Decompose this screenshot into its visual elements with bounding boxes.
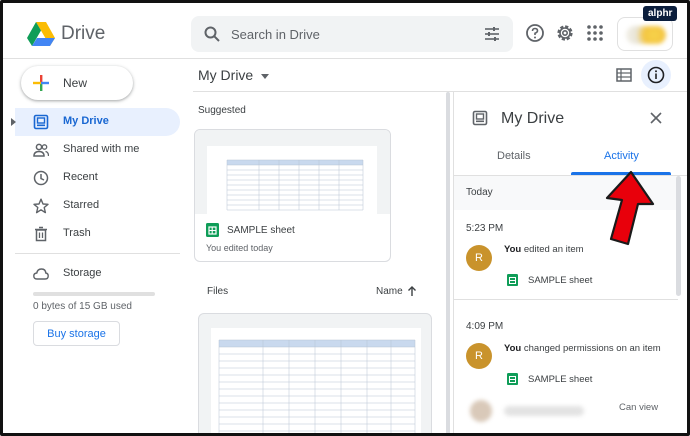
apps-grid-icon[interactable] bbox=[585, 23, 605, 43]
dropdown-caret-icon bbox=[261, 73, 270, 79]
activity-divider bbox=[454, 299, 678, 300]
sheets-file-icon bbox=[206, 223, 219, 237]
info-icon bbox=[647, 66, 665, 84]
sidebar-item-label: Starred bbox=[63, 199, 100, 211]
trash-icon bbox=[35, 226, 47, 242]
sheets-file-icon bbox=[507, 274, 518, 286]
day-label: Today bbox=[466, 187, 493, 198]
spreadsheet-preview bbox=[211, 328, 421, 433]
sidebar-item-storage[interactable]: Storage bbox=[15, 260, 180, 288]
activity-time: 4:09 PM bbox=[466, 321, 504, 332]
sheets-file-icon bbox=[507, 373, 518, 385]
clock-icon bbox=[33, 170, 49, 186]
activity-actor: You bbox=[504, 343, 522, 354]
sidebar-divider bbox=[15, 253, 180, 254]
sidebar-item-my-drive[interactable]: My Drive bbox=[11, 108, 180, 136]
settings-icon[interactable] bbox=[555, 23, 575, 43]
sort-by-name-button[interactable]: Name bbox=[376, 286, 403, 297]
activity-time: 5:23 PM bbox=[466, 223, 504, 234]
suggested-file-card[interactable]: SAMPLE sheet You edited today bbox=[194, 129, 391, 262]
arrow-up-icon[interactable] bbox=[406, 285, 418, 297]
file-name: SAMPLE sheet bbox=[227, 225, 295, 236]
avatar: R bbox=[466, 245, 492, 271]
tab-activity[interactable]: Activity bbox=[604, 150, 639, 162]
shared-user-name bbox=[504, 406, 584, 416]
app-name: Drive bbox=[61, 23, 106, 44]
tune-icon[interactable] bbox=[484, 26, 500, 42]
storage-progress-bar bbox=[33, 292, 155, 296]
activity-file-link[interactable]: SAMPLE sheet bbox=[528, 374, 592, 385]
list-view-icon[interactable] bbox=[615, 66, 633, 84]
cloud-icon bbox=[33, 268, 49, 280]
sidebar-item-label: Storage bbox=[63, 267, 102, 279]
storage-used-text: 0 bytes of 15 GB used bbox=[33, 301, 132, 312]
panel-title: My Drive bbox=[501, 110, 565, 127]
activity-description: You edited an item bbox=[504, 244, 584, 255]
suggested-heading: Suggested bbox=[198, 105, 246, 116]
activity-action: changed permissions on an item bbox=[523, 343, 661, 354]
drive-logo-icon[interactable] bbox=[27, 22, 55, 46]
main-title[interactable]: My Drive bbox=[198, 67, 270, 83]
activity-description: You changed permissions on an item bbox=[504, 343, 661, 354]
access-level: Can view bbox=[619, 402, 659, 413]
sidebar-item-label: Recent bbox=[63, 171, 98, 183]
sidebar-item-trash[interactable]: Trash bbox=[15, 220, 180, 248]
search-bar[interactable] bbox=[191, 16, 513, 52]
main-title-text: My Drive bbox=[198, 67, 254, 83]
files-heading: Files bbox=[207, 286, 229, 297]
account-avatar bbox=[626, 26, 666, 44]
new-label: New bbox=[63, 76, 88, 90]
account-button[interactable] bbox=[617, 17, 673, 51]
activity-file-link[interactable]: SAMPLE sheet bbox=[528, 275, 592, 286]
activity-action: edited an item bbox=[523, 244, 584, 255]
file-card[interactable] bbox=[198, 313, 432, 433]
shared-people-icon bbox=[33, 143, 49, 157]
help-icon[interactable] bbox=[525, 23, 545, 43]
sidebar-item-label: My Drive bbox=[63, 115, 109, 127]
main-scrollbar[interactable] bbox=[446, 92, 450, 433]
close-icon[interactable] bbox=[649, 111, 663, 125]
search-input[interactable] bbox=[231, 24, 471, 44]
alphr-watermark: alphr bbox=[643, 6, 678, 21]
annotation-arrow-icon bbox=[605, 170, 655, 246]
search-icon[interactable] bbox=[203, 25, 221, 43]
activity-actor: You bbox=[504, 244, 522, 255]
view-details-button[interactable] bbox=[641, 60, 671, 90]
tab-details[interactable]: Details bbox=[497, 150, 531, 162]
sidebar-item-recent[interactable]: Recent bbox=[15, 164, 180, 192]
drive-window: Drive Search in Drive alphr New My Drive… bbox=[0, 0, 690, 436]
star-icon bbox=[33, 198, 49, 214]
new-button[interactable]: New bbox=[21, 66, 133, 100]
details-panel: My Drive Details Activity Today 5:23 PM … bbox=[453, 92, 687, 433]
panel-scrollbar[interactable] bbox=[676, 176, 681, 296]
my-drive-icon bbox=[33, 114, 49, 130]
my-drive-icon bbox=[472, 110, 488, 126]
file-thumbnail bbox=[195, 130, 390, 214]
sidebar-item-label: Trash bbox=[63, 227, 91, 239]
top-bar: Drive bbox=[3, 3, 687, 59]
file-activity-subtitle: You edited today bbox=[206, 243, 273, 253]
shared-user-avatar bbox=[470, 400, 492, 422]
sidebar-item-label: Shared with me bbox=[63, 143, 140, 155]
plus-icon bbox=[33, 75, 49, 91]
expand-caret-icon[interactable] bbox=[11, 118, 16, 126]
spreadsheet-preview bbox=[207, 146, 377, 214]
avatar: R bbox=[466, 343, 492, 369]
buy-storage-button[interactable]: Buy storage bbox=[33, 321, 120, 346]
sidebar-item-starred[interactable]: Starred bbox=[15, 192, 180, 220]
sidebar-item-shared-with-me[interactable]: Shared with me bbox=[15, 136, 180, 164]
